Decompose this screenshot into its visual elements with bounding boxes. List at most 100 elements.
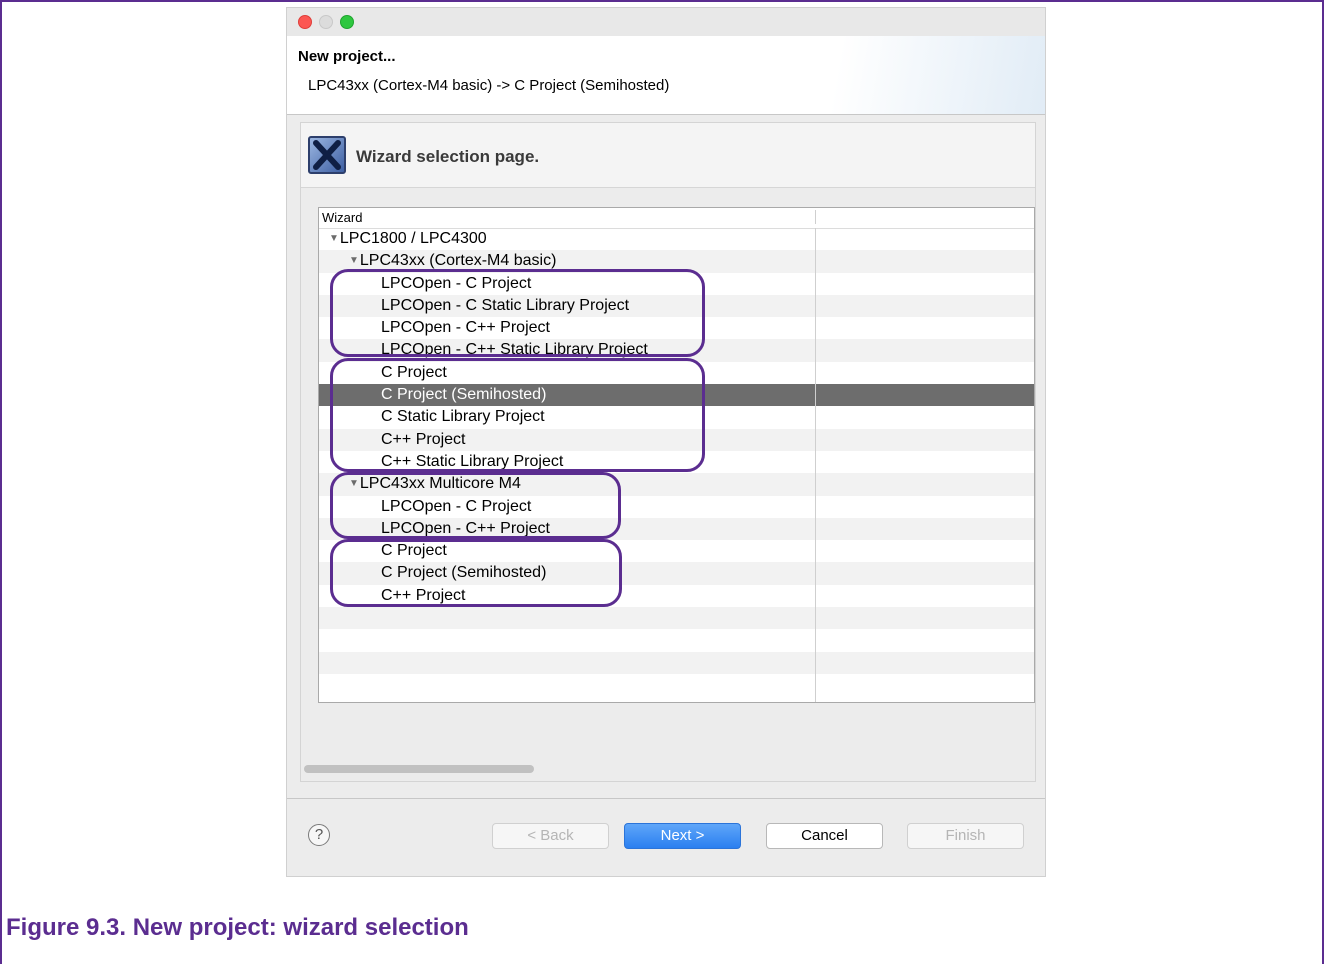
tree-item-row[interactable]: C Project (Semihosted) — [319, 562, 1034, 585]
tree-cell: C Static Library Project — [319, 406, 815, 428]
tree-item-label: C Static Library Project — [381, 408, 545, 426]
tree-item-label: LPC43xx (Cortex-M4 basic) — [359, 252, 557, 270]
tree-item-label-wrap: ▼LPC43xx Multicore M4 — [349, 473, 521, 495]
cancel-button[interactable]: Cancel — [766, 823, 883, 849]
tree-item-row[interactable]: LPCOpen - C Static Library Project — [319, 294, 1034, 318]
tree-item-label: LPCOpen - C Static Library Project — [381, 296, 630, 314]
tree-item-row[interactable]: C Static Library Project — [319, 406, 1034, 428]
tree-cell: C Project — [319, 540, 815, 562]
wizard-x-icon — [308, 136, 346, 174]
tree-item-label-wrap: C Project (Semihosted) — [381, 562, 546, 584]
tree-rows: ▼LPC1800 / LPC4300 ▼LPC43xx (Cortex-M4 ba… — [319, 228, 1034, 696]
tree-item-label-wrap: C++ Project — [381, 429, 465, 451]
tree-item-row[interactable]: C++ Project — [319, 585, 1034, 607]
new-project-window: New project... LPC43xx (Cortex-M4 basic)… — [287, 8, 1045, 876]
tree-item-row[interactable]: C++ Static Library Project — [319, 451, 1034, 473]
tree-item-label-wrap: C Static Library Project — [381, 406, 545, 428]
close-window-button[interactable] — [298, 15, 312, 29]
tree-cell: LPCOpen - C Project — [319, 496, 815, 518]
tree-group-row[interactable]: ▼LPC43xx Multicore M4 — [319, 473, 1034, 496]
expand-triangle-icon[interactable]: ▼ — [349, 478, 359, 489]
tree-cell: ▼LPC1800 / LPC4300 — [319, 228, 815, 250]
tree-item-label: LPCOpen - C++ Static Library Project — [381, 341, 648, 359]
expand-triangle-icon[interactable]: ▼ — [349, 255, 359, 266]
tree-item-label-wrap: C++ Static Library Project — [381, 451, 563, 473]
tree-group-row[interactable]: ▼LPC43xx (Cortex-M4 basic) — [319, 250, 1034, 273]
next-button[interactable]: Next > — [624, 823, 741, 849]
tree-item-label: C Project — [381, 542, 447, 560]
tree-empty-row — [319, 607, 1034, 630]
tree-item-label-wrap: LPCOpen - C++ Project — [381, 317, 550, 339]
tree-item-row[interactable]: LPCOpen - C++ Project — [319, 317, 1034, 339]
tree-item-label-wrap: C Project — [381, 540, 447, 562]
finish-button[interactable]: Finish — [907, 823, 1024, 849]
tree-item-label: C++ Project — [381, 430, 466, 448]
tree-cell: ▼LPC43xx Multicore M4 — [319, 473, 815, 495]
banner-title: Wizard selection page. — [356, 147, 540, 166]
header-divider — [287, 114, 1045, 115]
tree-cell: ▼LPC43xx (Cortex-M4 basic) — [319, 250, 815, 272]
tree-item-row[interactable]: LPCOpen - C Project — [319, 496, 1034, 518]
tree-cell: C Project — [319, 362, 815, 384]
tree-item-label-wrap: C Project — [381, 362, 447, 384]
column-divider — [815, 228, 816, 702]
tree-item-label: LPC43xx Multicore M4 — [359, 475, 521, 493]
dialog-header: New project... LPC43xx (Cortex-M4 basic)… — [287, 36, 1045, 114]
expand-triangle-icon[interactable]: ▼ — [329, 233, 339, 244]
tree-item-label: LPC1800 / LPC4300 — [339, 230, 487, 247]
tree-column-header[interactable]: Wizard — [319, 208, 1034, 229]
tree-item-row[interactable]: C Project (Semihosted) — [319, 384, 1034, 407]
tree-item-label-wrap: ▼LPC43xx (Cortex-M4 basic) — [349, 250, 556, 272]
tree-item-label-wrap: C Project (Semihosted) — [381, 384, 546, 406]
tree-cell: LPCOpen - C Project — [319, 273, 815, 295]
tree-item-row[interactable]: C Project — [319, 540, 1034, 562]
dialog-title: New project... — [298, 48, 396, 65]
help-icon[interactable]: ? — [308, 824, 330, 846]
wizard-column-label: Wizard — [322, 210, 363, 225]
tree-cell: LPCOpen - C Static Library Project — [319, 295, 815, 317]
column-separator[interactable] — [815, 210, 816, 224]
scrollbar-thumb[interactable] — [304, 765, 534, 773]
tree-item-label-wrap: LPCOpen - C Project — [381, 273, 531, 295]
tree-item-label-wrap: ▼LPC1800 / LPC4300 — [329, 228, 487, 250]
minimize-window-button[interactable] — [319, 15, 333, 29]
tree-item-row[interactable]: C++ Project — [319, 428, 1034, 451]
dialog-subtitle: LPC43xx (Cortex-M4 basic) -> C Project (… — [308, 77, 670, 94]
tree-item-label: C Project — [381, 363, 447, 381]
figure-caption: Figure 9.3. New project: wizard selectio… — [6, 914, 469, 941]
tree-item-row[interactable]: LPCOpen - C++ Project — [319, 517, 1034, 541]
tree-cell: C++ Static Library Project — [319, 451, 815, 473]
tree-item-row[interactable]: LPCOpen - C++ Static Library Project — [319, 339, 1034, 362]
tree-group-row[interactable]: ▼LPC1800 / LPC4300 — [319, 228, 1034, 250]
tree-item-label: C Project (Semihosted) — [381, 386, 547, 404]
tree-item-label-wrap: LPCOpen - C Project — [381, 496, 531, 518]
tree-item-label: C++ Project — [381, 586, 466, 604]
tree-item-label-wrap: C++ Project — [381, 585, 465, 607]
horizontal-scrollbar[interactable] — [304, 761, 1034, 775]
tree-cell: LPCOpen - C++ Project — [319, 518, 815, 540]
zoom-window-button[interactable] — [340, 15, 354, 29]
tree-cell: LPCOpen - C++ Project — [319, 317, 815, 339]
footer-divider — [287, 798, 1045, 799]
tree-item-label-wrap: LPCOpen - C Static Library Project — [381, 295, 629, 317]
back-button[interactable]: < Back — [492, 823, 609, 849]
wizard-tree[interactable]: Wizard ▼LPC1800 / LPC4300 ▼LPC43xx (Corte… — [318, 207, 1035, 703]
tree-cell: C Project (Semihosted) — [319, 384, 815, 407]
tree-empty-row — [319, 651, 1034, 674]
tree-item-row[interactable]: C Project — [319, 362, 1034, 384]
tree-empty-row — [319, 674, 1034, 696]
tree-cell: LPCOpen - C++ Static Library Project — [319, 339, 815, 361]
tree-item-label: LPCOpen - C Project — [381, 274, 532, 292]
wizard-banner: Wizard selection page. — [301, 123, 1035, 188]
tree-item-label: LPCOpen - C++ Project — [381, 519, 550, 537]
title-bar — [287, 8, 1045, 36]
tree-empty-row — [319, 629, 1034, 651]
tree-item-label: C Project (Semihosted) — [381, 564, 547, 582]
tree-item-label: C++ Static Library Project — [381, 452, 564, 470]
tree-item-row[interactable]: LPCOpen - C Project — [319, 273, 1034, 295]
tree-item-label-wrap: LPCOpen - C++ Static Library Project — [381, 339, 648, 361]
tree-item-label: LPCOpen - C++ Project — [381, 319, 550, 337]
tree-cell: C Project (Semihosted) — [319, 562, 815, 584]
wizard-panel: Wizard selection page. Wizard ▼LPC1800 /… — [300, 122, 1036, 782]
tree-cell: C++ Project — [319, 429, 815, 451]
